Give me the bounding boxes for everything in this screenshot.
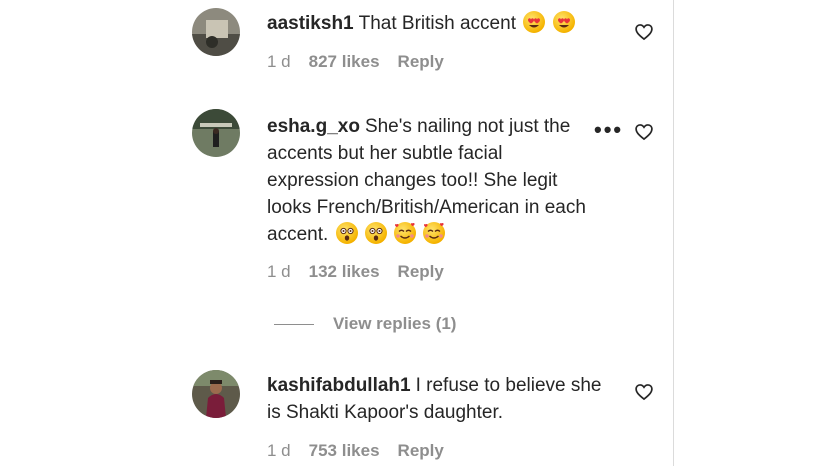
- comment-time: 1 d: [267, 52, 291, 71]
- comment-meta: 1 d 132 likes Reply: [267, 262, 462, 282]
- comments-panel: aastiksh1 That British accent 1 d 827 like…: [0, 0, 674, 466]
- avatar[interactable]: [192, 109, 240, 157]
- likes-count[interactable]: 132 likes: [309, 262, 380, 281]
- comment-time: 1 d: [267, 441, 291, 460]
- comment-username[interactable]: aastiksh1: [267, 13, 354, 34]
- comment-meta: 1 d 753 likes Reply: [267, 441, 462, 461]
- comment-meta: 1 d 827 likes Reply: [267, 52, 462, 72]
- astonished-emoji-icon: [335, 222, 358, 244]
- avatar[interactable]: [192, 8, 240, 56]
- avatar[interactable]: [192, 370, 240, 418]
- astonished-emoji-icon: [364, 222, 387, 244]
- likes-count[interactable]: 827 likes: [309, 52, 380, 71]
- heart-outline-icon[interactable]: [634, 122, 654, 142]
- heart-outline-icon[interactable]: [634, 382, 654, 402]
- view-replies-line: [274, 323, 314, 325]
- comment-body: That British accent: [358, 13, 516, 34]
- heart-outline-icon[interactable]: [634, 22, 654, 42]
- smiling-hearts-emoji-icon: [423, 222, 446, 244]
- view-replies-button[interactable]: View replies (1): [274, 312, 456, 336]
- more-options-icon[interactable]: •••: [590, 119, 624, 141]
- comment-username[interactable]: kashifabdullah1: [267, 375, 411, 396]
- likes-count[interactable]: 753 likes: [309, 441, 380, 460]
- comment-text: esha.g_xo She's nailing not just the acce…: [267, 113, 597, 253]
- comment-text: kashifabdullah1 I refuse to believe she i…: [267, 372, 607, 426]
- heart-eyes-emoji-icon: [523, 11, 546, 33]
- reply-button[interactable]: Reply: [398, 262, 444, 281]
- reply-button[interactable]: Reply: [398, 52, 444, 71]
- heart-eyes-emoji-icon: [552, 11, 575, 33]
- smiling-hearts-emoji-icon: [394, 222, 417, 244]
- comment-username[interactable]: esha.g_xo: [267, 116, 360, 137]
- reply-button[interactable]: Reply: [398, 441, 444, 460]
- comment-text: aastiksh1 That British accent: [267, 10, 627, 37]
- comment-time: 1 d: [267, 262, 291, 281]
- view-replies-label: View replies (1): [333, 314, 457, 333]
